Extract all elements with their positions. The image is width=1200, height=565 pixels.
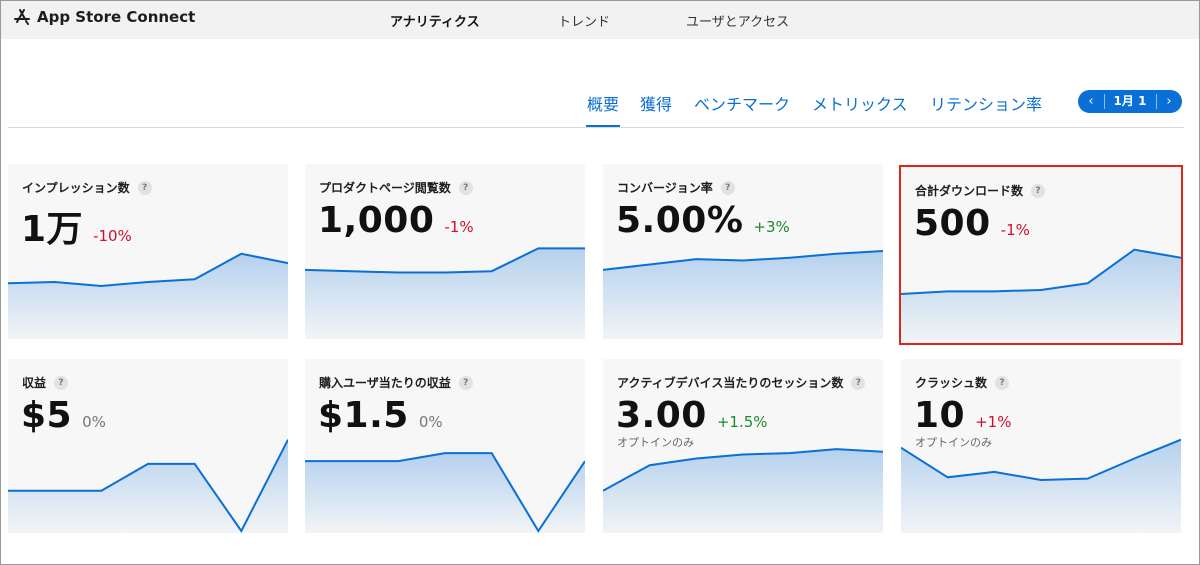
date-label[interactable]: 1月 1 (1104, 90, 1156, 113)
card-title-text: プロダクトページ閲覧数 (319, 181, 451, 195)
metric-change: -1% (444, 218, 474, 236)
help-icon[interactable]: ? (720, 180, 735, 195)
card-title: インプレッション数? (22, 179, 152, 196)
metric-card-sessions-per-active-device[interactable]: アクティブデバイス当たりのセッション数? 3.00 +1.5% オプトインのみ (603, 359, 883, 533)
tabs-divider (8, 127, 1184, 128)
metric-value: 5.00% (616, 200, 744, 241)
chevron-left-icon[interactable]: ‹ (1078, 90, 1104, 113)
metric-value: 500 (914, 203, 991, 244)
metric-change: -1% (1000, 221, 1030, 239)
tab-acquisition[interactable]: 獲得 (640, 91, 672, 115)
metric: 10 +1% (914, 395, 1011, 436)
sparkline-area (901, 249, 1181, 343)
card-title: 収益? (22, 374, 69, 391)
top-bar: App Store Connect アナリティクス トレンド ユーザとアクセス (1, 1, 1199, 39)
sparkline-chart (603, 239, 883, 339)
metric-change: +3% (753, 218, 790, 236)
card-title: アクティブデバイス当たりのセッション数? (617, 374, 866, 391)
app-name: App Store Connect (37, 8, 196, 26)
help-icon[interactable]: ? (137, 180, 152, 195)
sparkline-area (8, 253, 288, 339)
help-icon[interactable]: ? (458, 180, 473, 195)
metric-value: 10 (914, 395, 966, 436)
card-title-text: クラッシュ数 (915, 376, 988, 390)
metric-card-proceeds-per-paying-user[interactable]: 購入ユーザ当たりの収益? $1.5 0% (305, 359, 585, 533)
sparkline-area (305, 453, 585, 533)
metric: 1,000 -1% (318, 200, 474, 241)
card-title: 合計ダウンロード数? (915, 182, 1046, 199)
chevron-right-icon[interactable]: › (1156, 90, 1182, 113)
metric: 5.00% +3% (616, 200, 790, 241)
sparkline-chart (305, 433, 585, 533)
metric: $1.5 0% (318, 395, 443, 436)
card-title-text: アクティブデバイス当たりのセッション数 (617, 376, 844, 390)
app-store-icon (13, 8, 31, 26)
card-title-text: 合計ダウンロード数 (915, 184, 1024, 198)
help-icon[interactable]: ? (458, 375, 473, 390)
metric-change: 0% (418, 413, 443, 431)
card-title: クラッシュ数? (915, 374, 1010, 391)
card-title: プロダクトページ閲覧数? (319, 179, 473, 196)
metric: 500 -1% (914, 203, 1030, 244)
metric-change: 0% (82, 413, 106, 431)
help-icon[interactable]: ? (1031, 183, 1046, 198)
card-title-text: 収益 (22, 376, 47, 390)
metric: 3.00 +1.5% (616, 395, 768, 436)
metric: $5 0% (21, 395, 106, 436)
metric-card-total-downloads[interactable]: 合計ダウンロード数? 500 -1% (899, 165, 1183, 345)
brand[interactable]: App Store Connect (13, 8, 195, 26)
metric-value: $1.5 (318, 395, 409, 436)
card-title: コンバージョン率? (617, 179, 735, 196)
sparkline-chart (603, 433, 883, 533)
metric-value: 1,000 (318, 200, 435, 241)
card-title-text: コンバージョン率 (617, 181, 713, 195)
metric-value: 3.00 (616, 395, 707, 436)
card-title-text: インプレッション数 (22, 181, 130, 195)
metric-change: +1.5% (716, 413, 768, 431)
tab-metrics[interactable]: メトリックス (812, 91, 908, 115)
topnav-trends[interactable]: トレンド (558, 11, 610, 30)
tab-overview[interactable]: 概要 (587, 91, 619, 115)
topnav-analytics[interactable]: アナリティクス (390, 11, 480, 30)
help-icon[interactable]: ? (995, 375, 1010, 390)
sparkline-chart (8, 239, 288, 339)
help-icon[interactable]: ? (54, 375, 69, 390)
card-title: 購入ユーザ当たりの収益? (319, 374, 473, 391)
metric-card-impressions[interactable]: インプレッション数? 1万 -10% (8, 164, 288, 339)
sparkline-chart (305, 239, 585, 339)
help-icon[interactable]: ? (851, 375, 866, 390)
sparkline-area (603, 449, 883, 533)
topnav-users-access[interactable]: ユーザとアクセス (686, 11, 789, 30)
sparkline-area (305, 248, 585, 339)
date-picker: ‹ 1月 1 › (1078, 90, 1182, 113)
tab-retention[interactable]: リテンション率 (930, 91, 1042, 115)
metric-change: +1% (975, 413, 1012, 431)
metric-card-proceeds[interactable]: 収益? $5 0% (8, 359, 288, 533)
sparkline-area (8, 439, 288, 533)
sparkline-chart (901, 243, 1181, 343)
metric-card-crashes[interactable]: クラッシュ数? 10 +1% オプトインのみ (901, 359, 1181, 533)
metric-value: $5 (21, 395, 73, 436)
metric-card-product-page-views[interactable]: プロダクトページ閲覧数? 1,000 -1% (305, 164, 585, 339)
card-title-text: 購入ユーザ当たりの収益 (319, 376, 451, 390)
metric-card-conversion-rate[interactable]: コンバージョン率? 5.00% +3% (603, 164, 883, 339)
tab-benchmarks[interactable]: ベンチマーク (694, 91, 790, 115)
sparkline-chart (901, 433, 1181, 533)
sparkline-area (901, 439, 1181, 533)
sparkline-chart (8, 433, 288, 533)
